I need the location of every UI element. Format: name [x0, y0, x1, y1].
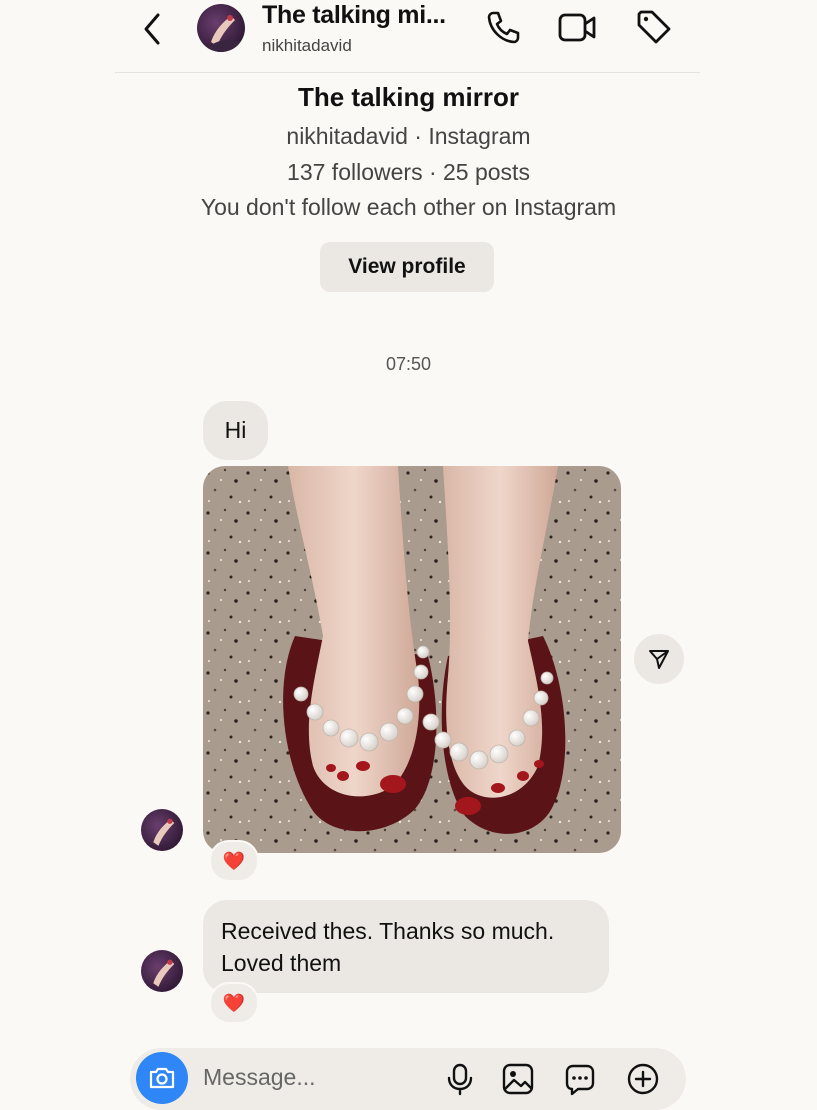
sticker-icon[interactable]	[563, 1062, 597, 1096]
profile-source: nikhitadavid · Instagram	[286, 123, 531, 149]
message-timestamp: 07:50	[385, 354, 432, 374]
profile-name: The talking mirror	[297, 82, 520, 112]
back-arrow-icon[interactable]	[138, 10, 168, 48]
message-bubble-text[interactable]: Received thes. Thanks so much. Loved the…	[203, 900, 609, 993]
header-username: nikhitadavid	[262, 36, 352, 55]
heart-reaction[interactable]: ❤️	[209, 982, 259, 1024]
profile-relationship: You don't follow each other on Instagram	[200, 194, 617, 220]
header-avatar[interactable]	[197, 4, 245, 52]
message-input[interactable]	[203, 1064, 423, 1091]
phone-icon[interactable]	[484, 8, 522, 46]
header-title[interactable]: The talking mi...	[262, 1, 446, 30]
sender-avatar[interactable]	[141, 809, 183, 851]
video-call-icon[interactable]	[557, 8, 596, 46]
microphone-icon[interactable]	[443, 1062, 477, 1096]
message-text-line: Loved them	[221, 950, 342, 976]
view-profile-button[interactable]: View profile	[320, 242, 494, 292]
message-bubble-hi[interactable]: Hi	[203, 401, 268, 460]
camera-icon[interactable]	[136, 1052, 188, 1104]
heart-reaction[interactable]: ❤️	[209, 840, 259, 882]
message-photo[interactable]	[203, 466, 621, 853]
heart-icon: ❤️	[222, 992, 246, 1013]
header-divider	[115, 72, 700, 73]
sender-avatar[interactable]	[141, 950, 183, 992]
message-text-line: Received thes. Thanks so much.	[221, 918, 555, 944]
gallery-icon[interactable]	[501, 1062, 535, 1096]
profile-stats: 137 followers · 25 posts	[287, 159, 530, 185]
tag-icon[interactable]	[635, 8, 673, 46]
plus-icon[interactable]	[626, 1062, 660, 1096]
heart-icon: ❤️	[222, 850, 246, 871]
share-icon[interactable]	[634, 634, 684, 684]
